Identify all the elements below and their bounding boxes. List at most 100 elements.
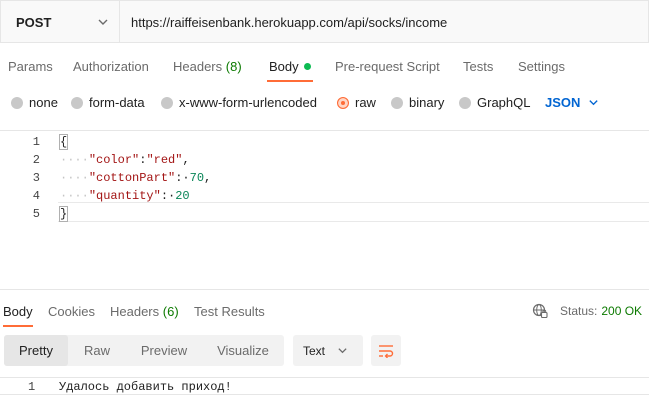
- radio-circle-icon: [71, 96, 83, 109]
- wrap-lines-icon: [379, 344, 394, 358]
- radio-x-www-form-urlencoded[interactable]: x-www-form-urlencoded: [161, 95, 317, 110]
- editor-line: 3 ····"cottonPart":·70,: [0, 171, 649, 189]
- response-format-label: Text: [303, 343, 326, 358]
- radio-urlencoded-label: x-www-form-urlencoded: [179, 95, 317, 110]
- line-code: }: [58, 206, 69, 222]
- radio-none[interactable]: none: [11, 95, 58, 110]
- line-code: ····"cottonPart":·70,: [60, 171, 211, 185]
- view-mode-segmented-control: Pretty Raw Preview Visualize: [4, 335, 284, 366]
- view-preview-label: Preview: [140, 343, 188, 358]
- close-brace: }: [58, 206, 69, 222]
- request-bar: POST https://raiffeisenbank.herokuapp.co…: [0, 0, 649, 44]
- line-code: {: [58, 134, 69, 150]
- tab-params[interactable]: Params: [8, 59, 53, 74]
- response-body-viewer[interactable]: 1 Удалось добавить приход!: [0, 377, 649, 395]
- line-code: ····"color":"red",: [60, 153, 190, 167]
- line-code: ····"quantity":·20: [60, 189, 190, 203]
- status-label: Status:: [560, 304, 598, 318]
- json-comma: ,: [182, 153, 190, 167]
- tab-body[interactable]: Body: [269, 59, 311, 74]
- response-tab-body[interactable]: Body: [3, 304, 33, 319]
- radio-circle-icon: [391, 96, 403, 109]
- view-visualize-label: Visualize: [217, 343, 269, 358]
- view-visualize-button[interactable]: Visualize: [202, 335, 284, 366]
- editor-line: 1 {: [0, 134, 649, 153]
- view-pretty-label: Pretty: [19, 343, 53, 358]
- json-value: 70: [189, 171, 205, 185]
- indent-whitespace: ····: [60, 189, 89, 203]
- json-separator: :·: [160, 189, 176, 203]
- view-raw-label: Raw: [83, 343, 110, 358]
- json-value: 20: [175, 189, 190, 203]
- line-number: 3: [32, 171, 40, 185]
- indent-whitespace: ····: [60, 171, 89, 185]
- json-separator: :·: [175, 171, 190, 185]
- url-input[interactable]: https://raiffeisenbank.herokuapp.com/api…: [119, 0, 649, 43]
- json-key: "color": [88, 153, 140, 167]
- radio-graphql[interactable]: GraphQL: [459, 95, 530, 110]
- active-response-tab-underline: [3, 325, 33, 327]
- line-number: 4: [32, 189, 40, 203]
- globe-icon[interactable]: [532, 303, 548, 319]
- chevron-down-icon: [589, 100, 599, 106]
- editor-line: 5 }: [0, 206, 649, 225]
- format-label: JSON: [545, 95, 581, 110]
- view-pretty-button[interactable]: Pretty: [4, 335, 68, 366]
- method-select[interactable]: POST: [0, 0, 119, 43]
- tab-body-label: Body: [269, 59, 299, 74]
- radio-raw-label: raw: [355, 95, 376, 110]
- json-comma: ,: [204, 171, 212, 185]
- format-select[interactable]: JSON: [545, 95, 599, 110]
- line-number: 1: [28, 380, 36, 394]
- response-format-select[interactable]: Text: [293, 335, 363, 366]
- radio-none-label: none: [29, 95, 58, 110]
- view-raw-button[interactable]: Raw: [68, 335, 126, 366]
- editor-line: 2 ····"color":"red",: [0, 153, 649, 171]
- tab-headers-label: Headers: [173, 59, 223, 74]
- response-tab-test-results[interactable]: Test Results: [194, 304, 265, 319]
- radio-binary[interactable]: binary: [391, 95, 444, 110]
- active-tab-underline: [267, 80, 313, 82]
- tab-headers[interactable]: Headers (8): [173, 59, 242, 74]
- response-headers-count: (6): [162, 304, 179, 319]
- response-status: Status: 200 OK: [532, 303, 642, 319]
- response-tab-cookies-label: Cookies: [48, 304, 95, 319]
- view-preview-button[interactable]: Preview: [126, 335, 202, 366]
- response-tab-test-results-label: Test Results: [194, 304, 265, 319]
- tab-tests[interactable]: Tests: [463, 59, 493, 74]
- method-label: POST: [16, 15, 52, 30]
- line-number: 1: [32, 135, 40, 149]
- radio-selected-icon: [337, 96, 349, 109]
- request-body-editor[interactable]: 1 { 2 ····"color":"red", 3 ····"cottonPa…: [0, 130, 649, 290]
- indent-whitespace: ····: [60, 153, 89, 167]
- tab-headers-count: (8): [225, 59, 242, 74]
- radio-form-data[interactable]: form-data: [71, 95, 145, 110]
- response-tab-cookies[interactable]: Cookies: [48, 304, 95, 319]
- request-tabs: Params Authorization Headers (8) Body Pr…: [0, 54, 649, 82]
- radio-raw[interactable]: raw: [337, 95, 376, 110]
- json-key: "cottonPart": [88, 171, 176, 185]
- tab-params-label: Params: [8, 59, 53, 74]
- chevron-down-icon: [98, 19, 108, 25]
- tab-pre-request-script[interactable]: Pre-request Script: [335, 59, 440, 74]
- body-type-options: none form-data x-www-form-urlencoded raw…: [0, 90, 649, 114]
- tab-settings[interactable]: Settings: [518, 59, 565, 74]
- json-key: "quantity": [88, 189, 161, 203]
- wrap-lines-button[interactable]: [371, 335, 401, 366]
- tab-authorization-label: Authorization: [73, 59, 149, 74]
- response-tab-headers-label: Headers: [110, 304, 160, 319]
- response-toolbar: Pretty Raw Preview Visualize Text: [0, 335, 649, 367]
- modified-dot-icon: [303, 63, 311, 70]
- response-tabs: Body Cookies Headers (6) Test Results St…: [0, 298, 649, 328]
- tab-tests-label: Tests: [463, 59, 494, 74]
- response-tab-headers[interactable]: Headers (6): [110, 304, 179, 319]
- chevron-down-icon: [338, 348, 347, 354]
- radio-circle-icon: [459, 96, 471, 109]
- open-brace: {: [58, 134, 69, 150]
- line-number: 2: [32, 153, 40, 167]
- tab-authorization[interactable]: Authorization: [73, 59, 149, 74]
- tab-settings-label: Settings: [518, 59, 565, 74]
- radio-form-data-label: form-data: [89, 95, 145, 110]
- tab-pre-request-label: Pre-request Script: [335, 59, 440, 74]
- radio-graphql-label: GraphQL: [477, 95, 531, 110]
